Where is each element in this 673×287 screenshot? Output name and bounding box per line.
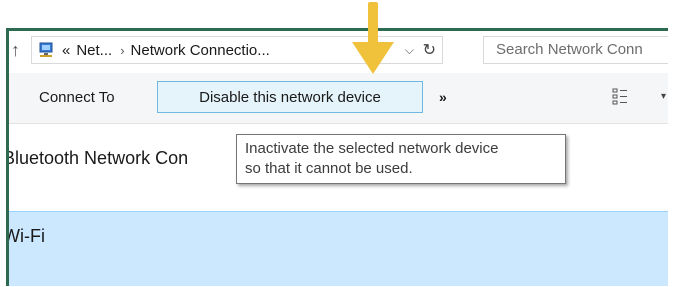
command-bar: Connect To Disable this network device »… — [9, 73, 668, 124]
tooltip-line-1: Inactivate the selected network device — [245, 140, 499, 157]
breadcrumb-network[interactable]: Net... — [76, 42, 112, 59]
address-bar-row: ↑ « Net... › Network Connectio... ⌵ ↻ Se… — [9, 31, 668, 73]
tooltip-line-2: so that it cannot be used. — [245, 160, 413, 177]
more-commands-button[interactable]: » — [429, 81, 457, 113]
network-folder-icon — [39, 42, 53, 57]
view-options-icon[interactable] — [612, 88, 628, 106]
up-arrow-icon[interactable]: ↑ — [11, 41, 20, 59]
connect-to-button[interactable]: Connect To — [29, 81, 125, 113]
tooltip: Inactivate the selected network device s… — [236, 134, 566, 184]
back-chevrons[interactable]: « — [62, 42, 70, 59]
refresh-icon[interactable]: ↻ — [423, 40, 436, 60]
callout-arrow-icon — [352, 2, 394, 74]
view-dropdown-icon[interactable]: ▾ — [661, 91, 666, 102]
list-item-label: Wi-Fi — [6, 226, 45, 246]
breadcrumb-network-connections[interactable]: Network Connectio... — [131, 42, 270, 59]
list-item-wifi[interactable]: Wi-Fi — [9, 211, 668, 286]
breadcrumb-separator[interactable]: › — [120, 43, 124, 58]
chevron-down-icon[interactable]: ⌵ — [405, 43, 414, 58]
search-input[interactable]: Search Network Conn — [483, 36, 668, 64]
disable-device-button[interactable]: Disable this network device — [157, 81, 423, 113]
